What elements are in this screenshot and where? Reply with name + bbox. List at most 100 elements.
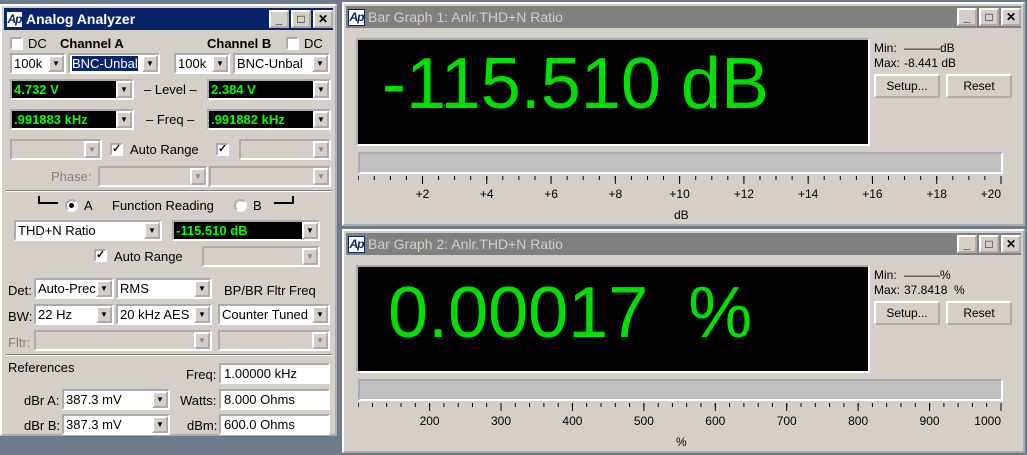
references-divider [6, 354, 332, 356]
watts-input[interactable]: 8.000 Ohms [219, 389, 330, 410]
graph2-max-value: 37.8418 % [904, 283, 965, 297]
function-reading-label: Function Reading [112, 198, 214, 213]
analyzer-titlebar[interactable]: Ap Analog Analyzer _ □ ✕ [4, 8, 333, 30]
graph2-setup-button[interactable]: Setup... [874, 301, 940, 325]
chevron-down-icon: ▼ [96, 306, 112, 323]
graph2-bar [358, 379, 1003, 401]
level-a-readout[interactable]: 4.732 V ▼ [10, 79, 134, 100]
chevron-down-icon: ▼ [142, 55, 158, 72]
dc-b-checkbox[interactable] [286, 37, 299, 50]
ap-logo-icon: Ap [348, 8, 365, 26]
ch-b-connector-select[interactable]: BNC-Unbal ▼ [233, 53, 330, 74]
filter-select[interactable]: ▼ [34, 330, 212, 351]
graph1-scale: +2 +4 +6 +8 +10 +12 +14 +16 +18 +20 [358, 176, 1002, 201]
dc-a-checkbox[interactable] [10, 37, 23, 50]
chevron-down-icon: ▼ [116, 111, 132, 128]
ap-logo-icon: Ap [6, 10, 23, 28]
graph1-tick-label: +18 [927, 187, 948, 201]
ch-a-connector-select[interactable]: BNC-Unbal ▼ [68, 53, 160, 74]
phase-unit-select[interactable]: ▼ [209, 166, 331, 187]
dbrb-label: dBr B: [24, 418, 61, 433]
auto-range-b-checkbox[interactable]: ✓ [216, 143, 229, 156]
graph2-reset-button[interactable]: Reset [946, 301, 1012, 325]
phase-select[interactable]: ▼ [98, 166, 208, 187]
reading-b-radio[interactable] [234, 199, 247, 212]
freq-a-readout[interactable]: .991883 kHz ▼ [10, 109, 134, 130]
minimize-button[interactable]: _ [957, 235, 977, 253]
freq-b-readout[interactable]: .991882 kHz ▼ [207, 109, 331, 130]
graph1-max-label: Max: [874, 56, 901, 70]
filter-freq-select[interactable]: ▼ [218, 330, 330, 351]
graph2-tick-label: 200 [420, 414, 440, 428]
dbra-select[interactable]: 387.3 mV ▼ [62, 389, 170, 410]
graph2-min-label: Min: [874, 268, 897, 282]
graph1-titlebar[interactable]: Ap Bar Graph 1: Anlr.THD+N Ratio _ □ ✕ [346, 6, 1021, 28]
bw-low-select[interactable]: 22 Hz ▼ [34, 304, 114, 325]
chevron-down-icon: ▼ [194, 280, 210, 297]
analyzer-title: Analog Analyzer [26, 11, 136, 27]
reading-a-radio[interactable] [65, 199, 78, 212]
chevron-down-icon: ▼ [48, 55, 64, 72]
range-b-select[interactable]: ▼ [239, 139, 331, 160]
maximize-button[interactable]: □ [979, 8, 999, 26]
watts-label: Watts: [180, 393, 217, 408]
close-button[interactable]: ✕ [1001, 235, 1021, 253]
graph2-tick-label: 1000 [974, 414, 1001, 428]
phase-label: Phase: [51, 169, 92, 184]
auto-range-a-checkbox[interactable]: ✓ [110, 143, 123, 156]
graph1-reset-button[interactable]: Reset [946, 74, 1012, 98]
chevron-down-icon: ▼ [84, 141, 100, 158]
auto-range-function-checkbox[interactable]: ✓ [94, 249, 107, 262]
maximize-button[interactable]: □ [291, 10, 311, 28]
channel-b-label: Channel B [207, 36, 272, 51]
references-label: References [8, 360, 75, 375]
graph1-tick-label: +20 [981, 187, 1002, 201]
minimize-button[interactable]: _ [957, 8, 977, 26]
close-button[interactable]: ✕ [313, 10, 333, 28]
graph1-title: Bar Graph 1: Anlr.THD+N Ratio [368, 9, 563, 25]
chevron-down-icon: ▼ [96, 280, 112, 297]
close-button[interactable]: ✕ [1001, 8, 1021, 26]
function-range-select[interactable]: ▼ [202, 246, 320, 267]
graph2-tick-label: 400 [562, 414, 582, 428]
graph2-scale: 200 300 400 500 600 700 800 900 1000 [358, 403, 1002, 428]
rms-select[interactable]: RMS ▼ [116, 278, 212, 299]
minimize-button[interactable]: _ [269, 10, 289, 28]
maximize-button[interactable]: □ [979, 235, 999, 253]
section-divider [6, 190, 332, 192]
range-a-select[interactable]: ▼ [10, 139, 102, 160]
graph1-bar [358, 152, 1003, 174]
chevron-down-icon: ▼ [302, 248, 318, 265]
dbm-input[interactable]: 600.0 Ohms [219, 414, 330, 435]
dbrb-select[interactable]: 387.3 mV ▼ [62, 414, 170, 435]
reading-a-label: A [84, 198, 93, 213]
bracket-left [38, 196, 58, 204]
chevron-down-icon: ▼ [302, 222, 318, 239]
graph2-tick-label: 300 [491, 414, 511, 428]
dc-a-label: DC [28, 36, 47, 51]
ch-a-impedance-select[interactable]: 100k ▼ [10, 53, 66, 74]
counter-tuned-select[interactable]: Counter Tuned ▼ [218, 304, 330, 325]
chevron-down-icon: ▼ [313, 111, 329, 128]
function-value-readout[interactable]: -115.510 dB ▼ [172, 220, 320, 241]
ref-freq-label: Freq: [186, 367, 217, 382]
auto-range-function-label: Auto Range [114, 249, 183, 264]
graph2-max-label: Max: [874, 283, 901, 297]
graph1-setup-button[interactable]: Setup... [874, 74, 940, 98]
chevron-down-icon: ▼ [312, 332, 328, 349]
graph2-tick-label: 600 [705, 414, 725, 428]
ap-logo-icon: Ap [348, 235, 365, 253]
detector-select[interactable]: Auto-Prec ▼ [34, 278, 114, 299]
chevron-down-icon: ▼ [313, 141, 329, 158]
level-b-readout[interactable]: 2.384 V ▼ [207, 79, 331, 100]
graph2-min-value: ———% [904, 268, 951, 282]
level-label: – Level – [144, 82, 197, 97]
ref-freq-input[interactable]: 1.00000 kHz [219, 363, 330, 384]
function-select[interactable]: THD+N Ratio ▼ [14, 220, 162, 241]
graph2-titlebar[interactable]: Ap Bar Graph 2: Anlr.THD+N Ratio _ □ ✕ [346, 233, 1021, 255]
ch-b-impedance-select[interactable]: 100k ▼ [174, 53, 230, 74]
bracket-right [274, 196, 294, 204]
bw-high-select[interactable]: 20 kHz AES ▼ [116, 304, 212, 325]
chevron-down-icon: ▼ [152, 391, 168, 408]
graph2-title: Bar Graph 2: Anlr.THD+N Ratio [368, 236, 563, 252]
